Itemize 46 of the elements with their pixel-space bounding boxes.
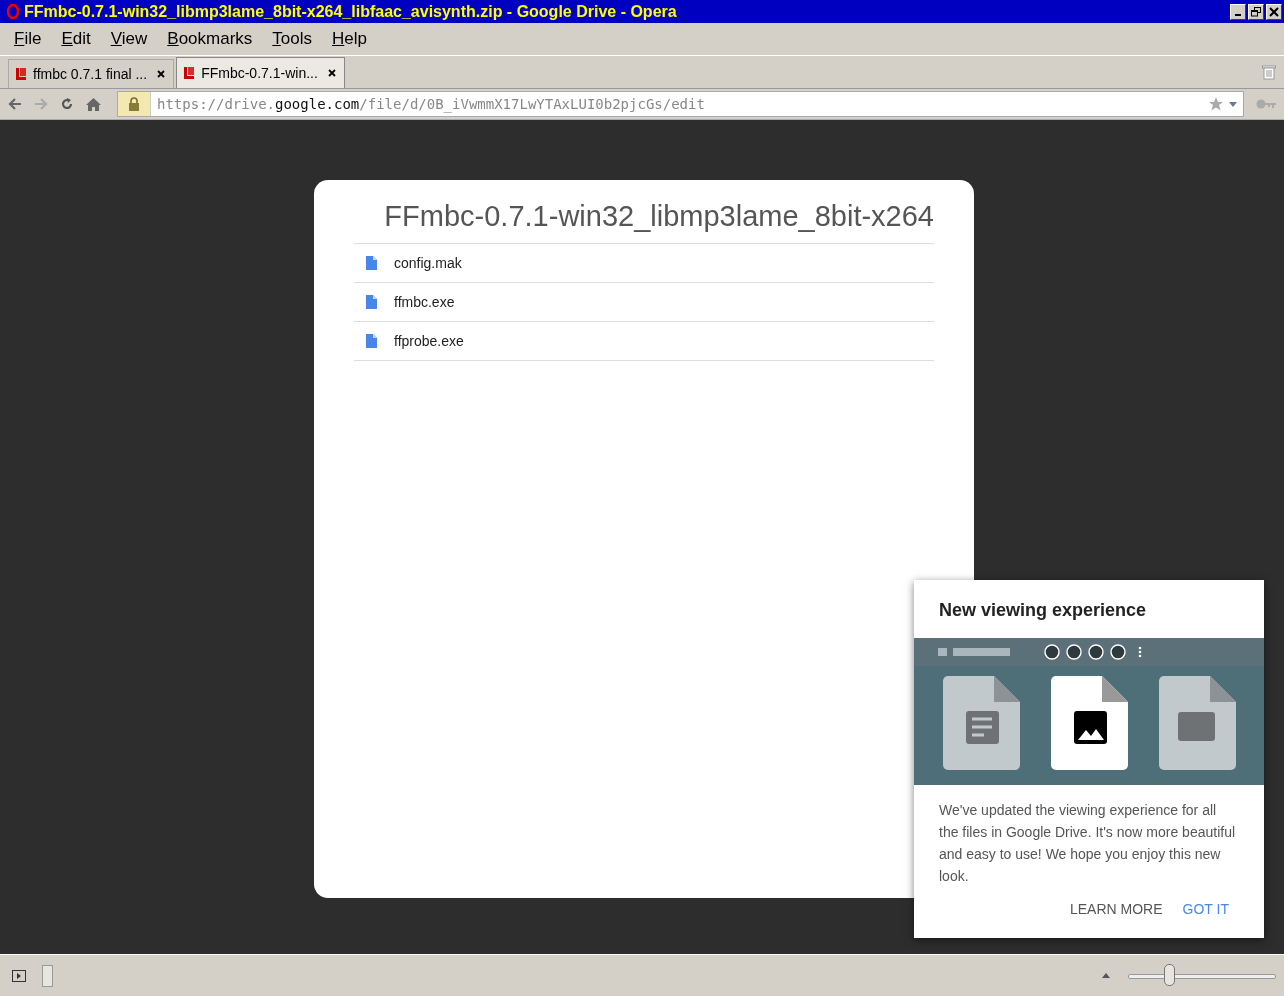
- menu-item[interactable]: Tools: [272, 29, 312, 49]
- status-field: [42, 964, 53, 987]
- reload-icon[interactable]: [60, 97, 74, 111]
- close-tab-icon[interactable]: [157, 70, 166, 78]
- tab-title: FFmbc-0.7.1-win...: [201, 65, 318, 81]
- close-button[interactable]: [1266, 3, 1282, 20]
- opera-logo-icon: [7, 4, 19, 19]
- zoom-slider-thumb[interactable]: [1164, 963, 1176, 986]
- menu-item[interactable]: File: [14, 29, 42, 49]
- zoom-slider[interactable]: [1128, 963, 1276, 988]
- minimize-icon: [1235, 14, 1241, 16]
- menu-item[interactable]: Bookmarks: [167, 29, 253, 49]
- file-name[interactable]: config.mak: [394, 255, 462, 271]
- close-tab-icon[interactable]: [327, 69, 336, 77]
- minimize-button[interactable]: [1230, 3, 1246, 20]
- home-icon[interactable]: [86, 97, 101, 111]
- trash-icon[interactable]: [1262, 64, 1276, 80]
- restore-button[interactable]: [1248, 3, 1264, 20]
- page-icon: [15, 67, 27, 81]
- browser-tab[interactable]: ffmbc 0.7.1 final ...: [8, 59, 175, 88]
- file-icon: [366, 256, 377, 270]
- lock-icon: [128, 97, 140, 111]
- back-icon[interactable]: [8, 98, 22, 110]
- menu-item[interactable]: Help: [332, 29, 367, 49]
- learn-more-button[interactable]: LEARN MORE: [1070, 901, 1163, 917]
- popup-title: New viewing experience: [938, 599, 1148, 622]
- zoom-up-icon[interactable]: [1102, 973, 1110, 978]
- browser-tab[interactable]: FFmbc-0.7.1-win...: [176, 57, 345, 88]
- dismiss-button[interactable]: GOT IT: [1182, 901, 1229, 917]
- archive-title: FFmbc-0.7.1-win32_libmp3lame_8bit-x264: [383, 200, 934, 234]
- restore-icon: [1251, 6, 1261, 17]
- tab-title: ffmbc 0.7.1 final ...: [33, 66, 148, 82]
- address-field[interactable]: https://drive.google.com/file/d/0B_iVwmmX17LwYTAxLUI0b2pjcGs/edit: [117, 91, 1244, 117]
- file-icon: [366, 334, 377, 348]
- caret-icon[interactable]: [1229, 101, 1237, 107]
- menu-item[interactable]: View: [110, 29, 148, 49]
- file-name[interactable]: ffmbc.exe: [394, 294, 455, 310]
- window-title: FFmbc-0.7.1-win32_libmp3lame_8bit-x264_libfaac_avisynth.zip - Google Drive - Opera: [24, 2, 677, 21]
- page-icon: [183, 66, 196, 80]
- star-icon[interactable]: [1209, 97, 1223, 111]
- file-name[interactable]: ffprobe.exe: [394, 333, 464, 349]
- close-icon: [1269, 6, 1279, 17]
- file-icon: [366, 295, 377, 309]
- popup-message: We've updated the viewing experience for all the files in Google Drive. It's now more beautiful and easy to use! We hope you enjoy this new look.: [939, 801, 1237, 886]
- menu-item[interactable]: Edit: [61, 29, 91, 49]
- panel-toggle-icon[interactable]: [12, 969, 26, 982]
